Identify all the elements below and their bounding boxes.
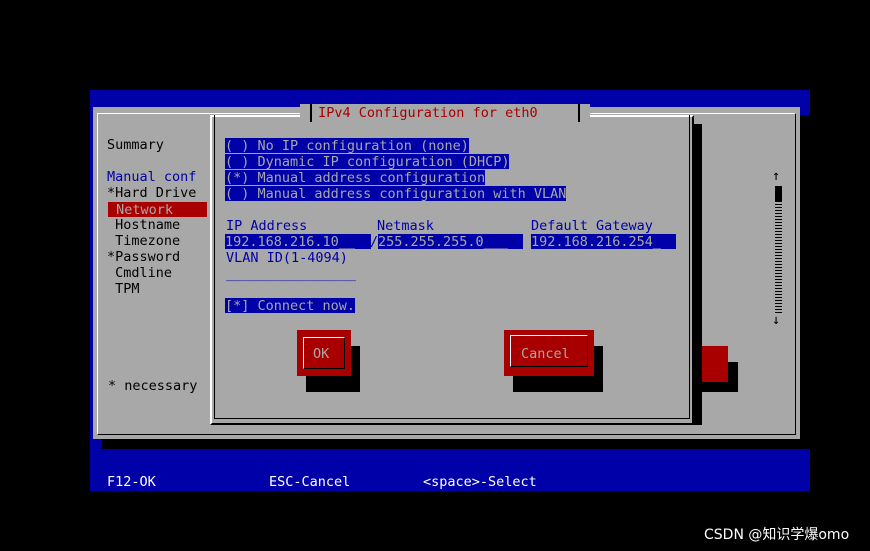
window-shadow — [101, 439, 810, 449]
radio-no-ip[interactable]: ( ) No IP configuration (none) — [225, 138, 469, 154]
ip-address-label: IP Address — [226, 218, 308, 234]
sidebar-item-password[interactable]: *Password — [107, 249, 180, 265]
scrollbar-thumb[interactable] — [775, 186, 782, 202]
sidebar-item-hostname[interactable]: Hostname — [107, 217, 180, 233]
help-space-select: <space>-Select — [423, 474, 537, 490]
vlan-id-field[interactable]: ________________ — [226, 266, 356, 282]
vlan-id-label: VLAN ID(1-4094) — [226, 250, 348, 266]
sidebar-summary[interactable]: Summary — [107, 137, 164, 153]
title-divider — [578, 104, 580, 122]
scroll-up-arrow-icon[interactable]: ↑ — [772, 168, 780, 184]
gateway-field[interactable]: 192.168.216.254_ — [531, 234, 676, 250]
netmask-field[interactable]: 255.255.255.0___ — [378, 234, 523, 250]
radio-manual[interactable]: (*) Manual address configuration — [225, 170, 486, 186]
necessary-footnote: * necessary — [108, 378, 198, 394]
sidebar-item-tpm[interactable]: TPM — [107, 281, 139, 297]
cancel-button-label[interactable]: Cancel — [521, 346, 570, 362]
radio-dhcp[interactable]: ( ) Dynamic IP configuration (DHCP) — [225, 154, 510, 170]
sidebar-item-cmdline[interactable]: Cmdline — [107, 265, 172, 281]
scroll-down-arrow-icon[interactable]: ↓ — [772, 312, 780, 328]
gateway-label: Default Gateway — [531, 218, 653, 234]
prefix-separator: / — [370, 234, 379, 250]
help-f12-ok: F12-OK — [107, 474, 156, 490]
scrollbar-track[interactable] — [775, 187, 782, 313]
dialog-title-text: IPv4 Configuration for eth0 — [318, 105, 538, 121]
netmask-label: Netmask — [377, 218, 434, 234]
connect-now-checkbox[interactable]: [*] Connect now. — [225, 298, 356, 314]
sidebar-item-timezone[interactable]: Timezone — [107, 233, 180, 249]
ok-button-label[interactable]: OK — [313, 346, 329, 362]
sidebar-manual-conf: Manual conf — [107, 169, 197, 185]
dialog-title: IPv4 Configuration for eth0 — [310, 105, 538, 121]
radio-manual-vlan[interactable]: ( ) Manual address configuration with VL… — [225, 186, 567, 202]
watermark: CSDN @知识学爆omo — [704, 527, 850, 543]
sidebar-item-network-label: Network — [116, 202, 174, 218]
window-shadow — [800, 115, 810, 445]
sidebar-item-network[interactable]: Network — [108, 202, 207, 218]
help-esc-cancel: ESC-Cancel — [269, 474, 351, 490]
sidebar-item-hard-drive[interactable]: *Hard Drive — [107, 185, 196, 201]
ip-address-field[interactable]: 192.168.216.10__ — [225, 234, 371, 250]
